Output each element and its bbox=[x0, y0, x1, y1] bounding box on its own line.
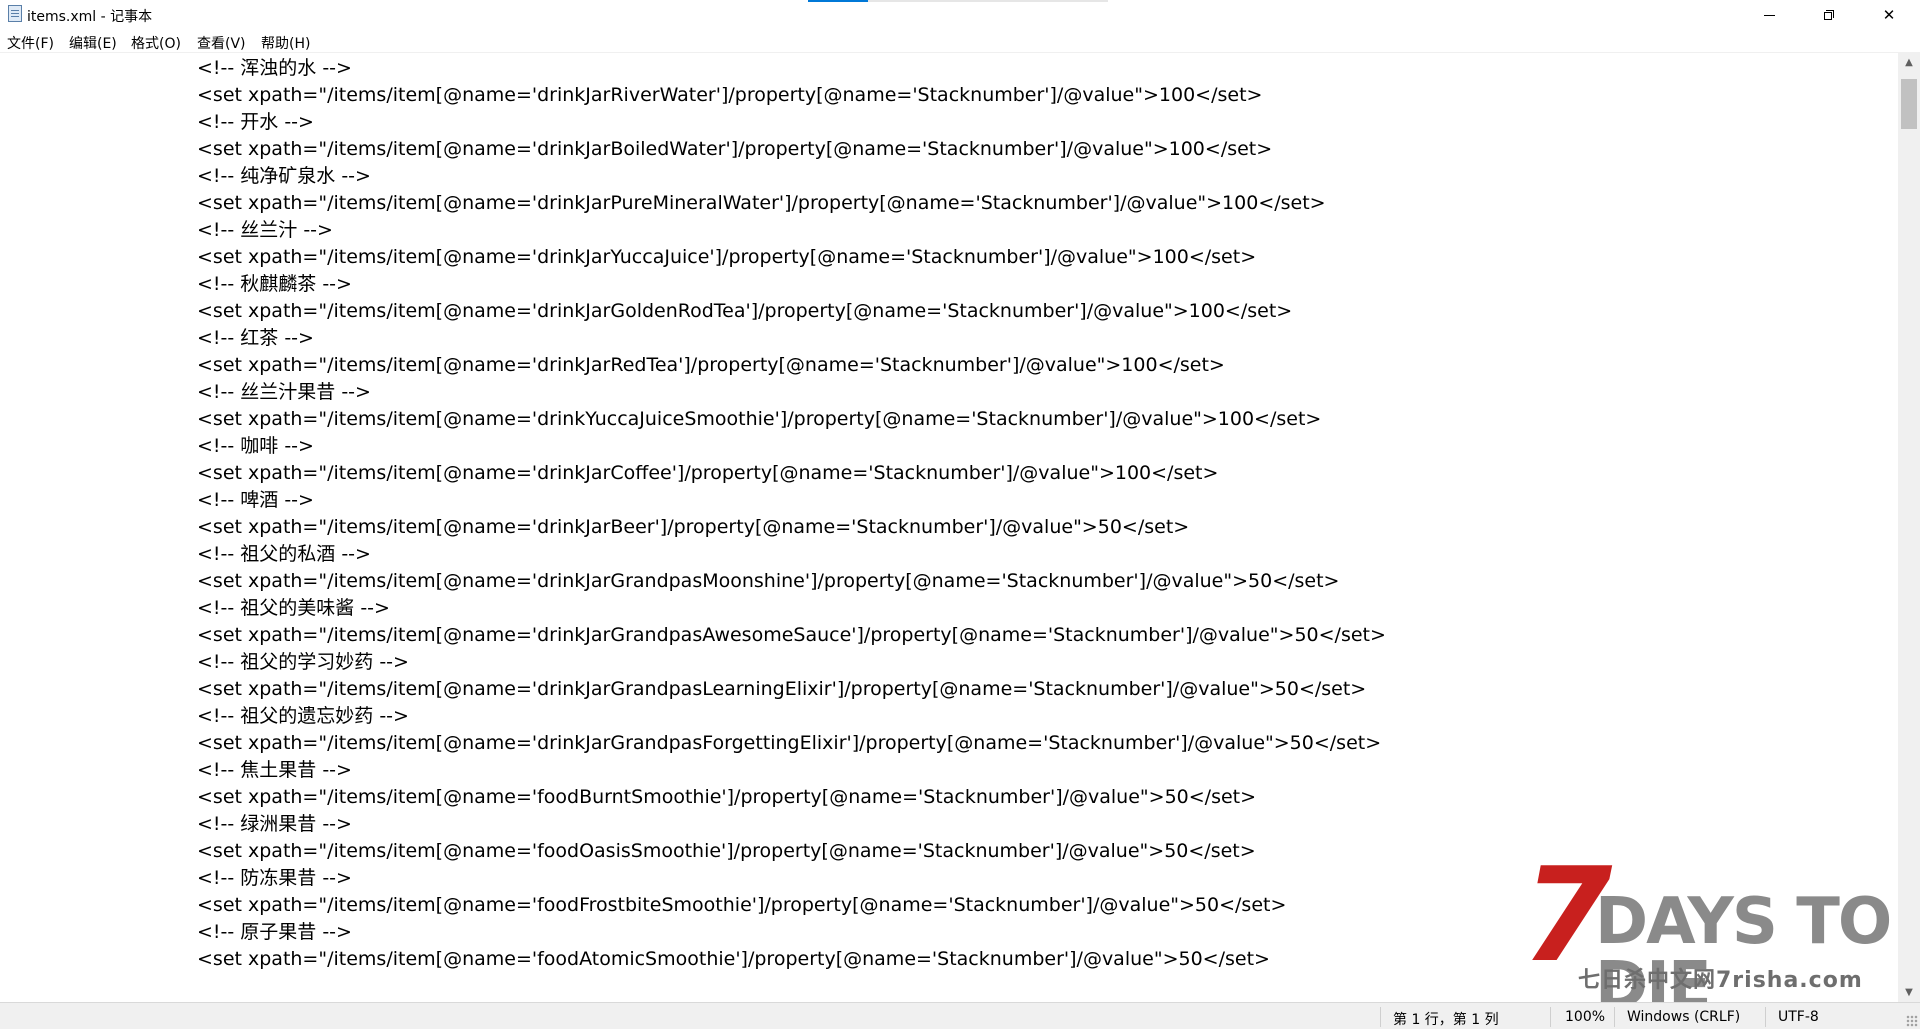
menu-bar: 文件(F) 编辑(E) 格式(O) 查看(V) 帮助(H) bbox=[0, 30, 1920, 52]
editor-line: <!-- 纯净矿泉水 --> bbox=[197, 165, 371, 187]
scroll-down-icon[interactable]: ▼ bbox=[1898, 982, 1920, 1002]
editor-line: <!-- 咖啡 --> bbox=[197, 435, 314, 457]
editor-line: <!-- 浑浊的水 --> bbox=[197, 57, 352, 79]
notepad-icon bbox=[8, 5, 22, 22]
title-bar: items.xml - 记事本 ✕ bbox=[0, 0, 1920, 30]
menu-file[interactable]: 文件(F) bbox=[7, 33, 54, 53]
editor-line: <!-- 秋麒麟茶 --> bbox=[197, 273, 352, 295]
editor-line: <set xpath="/items/item[@name='drinkJarY… bbox=[197, 246, 1257, 268]
encoding: UTF-8 bbox=[1778, 1009, 1819, 1025]
editor-line: <set xpath="/items/item[@name='drinkJarR… bbox=[197, 84, 1263, 106]
minimize-icon bbox=[1763, 14, 1775, 16]
editor-line: <set xpath="/items/item[@name='drinkJarC… bbox=[197, 462, 1219, 484]
editor-line: <set xpath="/items/item[@name='foodAtomi… bbox=[197, 948, 1270, 970]
editor-line: <set xpath="/items/item[@name='drinkJarG… bbox=[197, 300, 1293, 322]
menu-help[interactable]: 帮助(H) bbox=[261, 33, 310, 53]
restore-icon bbox=[1824, 10, 1834, 20]
editor-line: <!-- 防冻果昔 --> bbox=[197, 867, 352, 889]
cursor-position: 第 1 行，第 1 列 bbox=[1393, 1012, 1499, 1028]
editor-line: <set xpath="/items/item[@name='foodBurnt… bbox=[197, 786, 1257, 808]
status-separator bbox=[1380, 1007, 1381, 1027]
editor-line: <set xpath="/items/item[@name='drinkJarR… bbox=[197, 354, 1225, 376]
editor-line: <!-- 祖父的学习妙药 --> bbox=[197, 651, 409, 673]
title-accent-line bbox=[808, 0, 868, 2]
editor-line: <set xpath="/items/item[@name='drinkJarG… bbox=[197, 678, 1367, 700]
minimize-button[interactable] bbox=[1746, 0, 1792, 30]
status-separator bbox=[1614, 1007, 1615, 1027]
menu-view[interactable]: 查看(V) bbox=[197, 33, 246, 53]
editor-line: <set xpath="/items/item[@name='foodOasis… bbox=[197, 840, 1256, 862]
title-accent-line-secondary bbox=[868, 0, 1108, 2]
editor-line: <set xpath="/items/item[@name='drinkYucc… bbox=[197, 408, 1322, 430]
editor-line: <!-- 祖父的美味酱 --> bbox=[197, 597, 390, 619]
editor-line: <set xpath="/items/item[@name='drinkJarG… bbox=[197, 624, 1386, 646]
editor-line: <!-- 祖父的遗忘妙药 --> bbox=[197, 705, 409, 727]
editor-line: <set xpath="/items/item[@name='drinkJarP… bbox=[197, 192, 1326, 214]
editor-line: <!-- 啤酒 --> bbox=[197, 489, 314, 511]
editor-line: <!-- 红茶 --> bbox=[197, 327, 314, 349]
editor-line: <!-- 焦土果昔 --> bbox=[197, 759, 352, 781]
editor-line: <!-- 绿洲果昔 --> bbox=[197, 813, 352, 835]
close-button[interactable]: ✕ bbox=[1866, 0, 1912, 30]
editor-line: <set xpath="/items/item[@name='drinkJarB… bbox=[197, 516, 1190, 538]
status-bar: 第 1 行，第 1 列 100% Windows (CRLF) UTF-8 bbox=[0, 1002, 1920, 1029]
restore-button[interactable] bbox=[1806, 0, 1852, 30]
editor-line: <!-- 丝兰汁果昔 --> bbox=[197, 381, 371, 403]
editor-line: <!-- 祖父的私酒 --> bbox=[197, 543, 371, 565]
editor-line: <set xpath="/items/item[@name='drinkJarG… bbox=[197, 570, 1340, 592]
editor-line: <!-- 丝兰汁 --> bbox=[197, 219, 333, 241]
scroll-up-icon[interactable]: ▲ bbox=[1898, 52, 1920, 72]
resize-grip-icon[interactable] bbox=[1906, 1015, 1918, 1027]
window-title: items.xml - 记事本 bbox=[27, 9, 153, 25]
close-icon: ✕ bbox=[1882, 6, 1896, 24]
vertical-scrollbar[interactable]: ▲ ▼ bbox=[1898, 52, 1920, 1002]
editor-line: <set xpath="/items/item[@name='drinkJarB… bbox=[197, 138, 1273, 160]
status-separator bbox=[1765, 1007, 1766, 1027]
scroll-thumb[interactable] bbox=[1901, 79, 1917, 129]
line-ending: Windows (CRLF) bbox=[1627, 1009, 1741, 1025]
menu-edit[interactable]: 编辑(E) bbox=[69, 33, 117, 53]
editor-line: <!-- 开水 --> bbox=[197, 111, 314, 133]
menu-format[interactable]: 格式(O) bbox=[131, 33, 181, 53]
zoom-level: 100% bbox=[1565, 1009, 1606, 1025]
editor-line: <!-- 原子果昔 --> bbox=[197, 921, 352, 943]
editor-line: <set xpath="/items/item[@name='drinkJarG… bbox=[197, 732, 1382, 754]
editor-line: <set xpath="/items/item[@name='foodFrost… bbox=[197, 894, 1287, 916]
status-separator bbox=[1550, 1007, 1551, 1027]
text-editor[interactable]: <!-- 浑浊的水 --> <set xpath="/items/item[@n… bbox=[0, 52, 1898, 1003]
